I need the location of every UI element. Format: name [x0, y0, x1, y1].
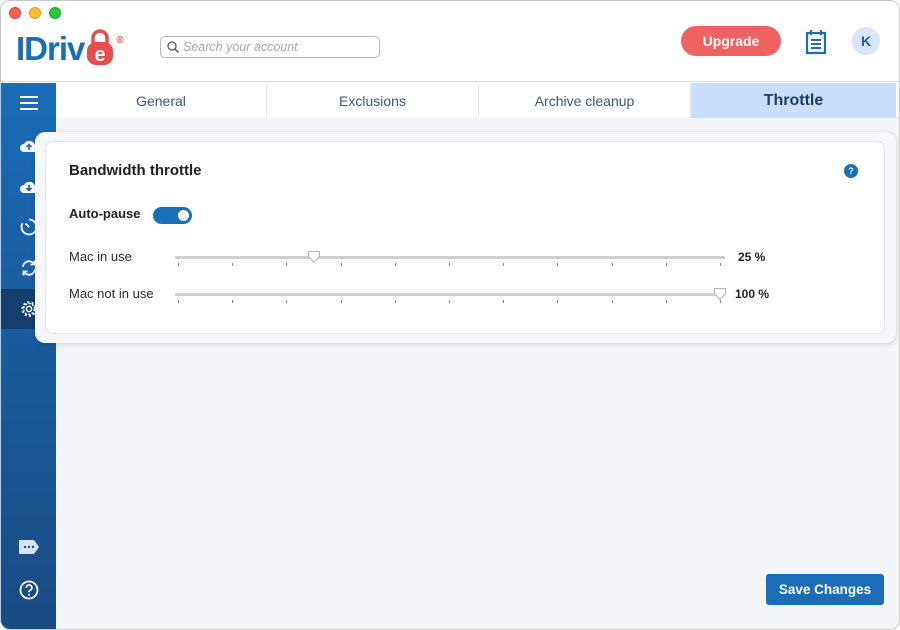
upgrade-button[interactable]: Upgrade	[681, 26, 781, 56]
slider-tick	[720, 263, 721, 266]
settings-tabs: General Exclusions Archive cleanup Throt…	[56, 83, 899, 118]
bandwidth-throttle-panel: Bandwidth throttle ? Auto-pause Mac in u…	[45, 141, 885, 334]
chat-tag-icon	[18, 540, 39, 554]
slider-tick	[340, 300, 342, 303]
sidebar-item-help[interactable]	[1, 570, 56, 610]
auto-pause-label: Auto-pause	[69, 206, 141, 221]
slider-tick	[611, 263, 613, 266]
slider-tick	[557, 300, 559, 303]
slider-tick	[232, 300, 234, 303]
toggle-knob	[178, 210, 189, 221]
mac-not-in-use-slider[interactable]	[175, 287, 727, 307]
auto-pause-toggle[interactable]	[153, 207, 192, 224]
help-icon[interactable]: ?	[844, 164, 858, 178]
search-input[interactable]	[183, 40, 363, 54]
slider-tick	[394, 300, 396, 303]
slider-tick	[611, 300, 613, 303]
slider-tick	[394, 263, 396, 266]
save-changes-button[interactable]: Save Changes	[766, 574, 884, 605]
slider-tick	[232, 263, 234, 266]
header: IDriv e ® Upgrade K	[1, 1, 899, 82]
slider-tick	[665, 263, 667, 266]
slider-thumb[interactable]	[713, 287, 727, 301]
app-window: IDriv e ® Upgrade K	[0, 0, 900, 630]
idrive-logo: IDriv e ®	[16, 29, 124, 69]
slider-tick	[178, 263, 179, 266]
close-window-button[interactable]	[9, 7, 21, 19]
window-controls	[9, 7, 61, 19]
minimize-window-button[interactable]	[29, 7, 41, 19]
slider-track	[175, 256, 725, 259]
calendar-icon[interactable]	[805, 29, 827, 55]
panel-title: Bandwidth throttle	[69, 162, 202, 179]
slider-tick	[557, 263, 559, 266]
slider-tick	[178, 300, 179, 303]
sidebar-item-menu[interactable]	[1, 83, 56, 123]
tab-throttle[interactable]: Throttle	[691, 83, 896, 118]
tab-general[interactable]: General	[56, 83, 267, 118]
logo-lock-e-icon: e	[87, 29, 114, 66]
maximize-window-button[interactable]	[49, 7, 61, 19]
slider-tick	[286, 263, 288, 266]
user-avatar[interactable]: K	[852, 27, 880, 55]
search-icon	[167, 41, 179, 53]
sidebar-item-feedback[interactable]	[1, 527, 56, 567]
mac-in-use-slider[interactable]	[175, 250, 725, 270]
tab-exclusions[interactable]: Exclusions	[267, 83, 479, 118]
hamburger-menu-icon	[19, 96, 38, 110]
slider-track	[175, 293, 725, 296]
slider-tick	[503, 300, 505, 303]
search-box[interactable]	[160, 36, 380, 58]
tab-archive-cleanup[interactable]: Archive cleanup	[479, 83, 691, 118]
help-circle-icon	[19, 580, 38, 600]
slider-tick	[340, 263, 342, 266]
mac-not-in-use-value: 100 %	[735, 287, 770, 301]
slider-thumb[interactable]	[307, 250, 321, 264]
slider-tick	[449, 300, 450, 303]
mac-not-in-use-label: Mac not in use	[69, 286, 154, 301]
logo-text: IDriv	[16, 30, 85, 67]
mac-in-use-label: Mac in use	[69, 249, 132, 264]
slider-tick	[503, 263, 505, 266]
slider-tick	[665, 300, 667, 303]
mac-in-use-value: 25 %	[738, 250, 766, 264]
slider-tick	[449, 263, 450, 266]
logo-e-letter: e	[95, 44, 106, 66]
slider-tick	[286, 300, 288, 303]
registered-mark: ®	[116, 35, 124, 46]
